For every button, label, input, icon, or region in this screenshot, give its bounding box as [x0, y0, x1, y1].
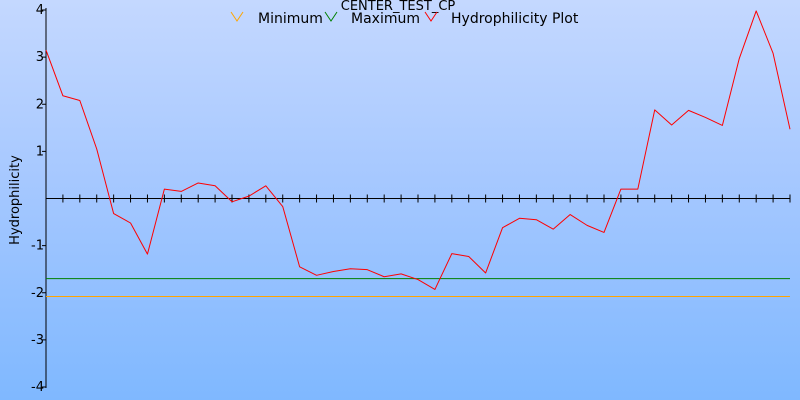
- y-tick-label: -2: [31, 286, 44, 301]
- legend-item-minimum: Minimum: [230, 11, 323, 27]
- y-tick-label: -1: [31, 239, 44, 254]
- series-line-hydrophilicity-plot: [45, 10, 791, 290]
- y-tick-label: 4: [36, 3, 44, 18]
- legend-label-maximum: Maximum: [351, 11, 420, 27]
- hydrophilicity-chart: CENTER_TEST_CP Minimum Maximum Hydrophil…: [0, 0, 800, 400]
- y-axis: 4 3 2 1 -1 -2 -3 -4: [31, 3, 47, 395]
- y-axis-label: Hydrophilicity: [8, 155, 23, 245]
- legend-label-minimum: Minimum: [258, 11, 323, 27]
- y-tick-label: 1: [36, 144, 44, 159]
- legend-swatch-maximum: [324, 11, 338, 22]
- x-axis: [45, 194, 791, 203]
- y-tick-label: -3: [31, 333, 44, 348]
- y-tick-label: -4: [31, 380, 44, 395]
- series-layer: [45, 10, 791, 298]
- legend-swatch-minimum: [230, 11, 244, 22]
- y-tick-label: 3: [36, 50, 44, 65]
- chart-canvas: CENTER_TEST_CP Minimum Maximum Hydrophil…: [8, 0, 791, 395]
- legend-label-hydrophilicity-plot: Hydrophilicity Plot: [451, 11, 579, 27]
- legend: Minimum Maximum Hydrophilicity Plot: [230, 11, 579, 27]
- y-tick-label: 2: [36, 97, 44, 112]
- legend-item-maximum: Maximum: [324, 11, 420, 27]
